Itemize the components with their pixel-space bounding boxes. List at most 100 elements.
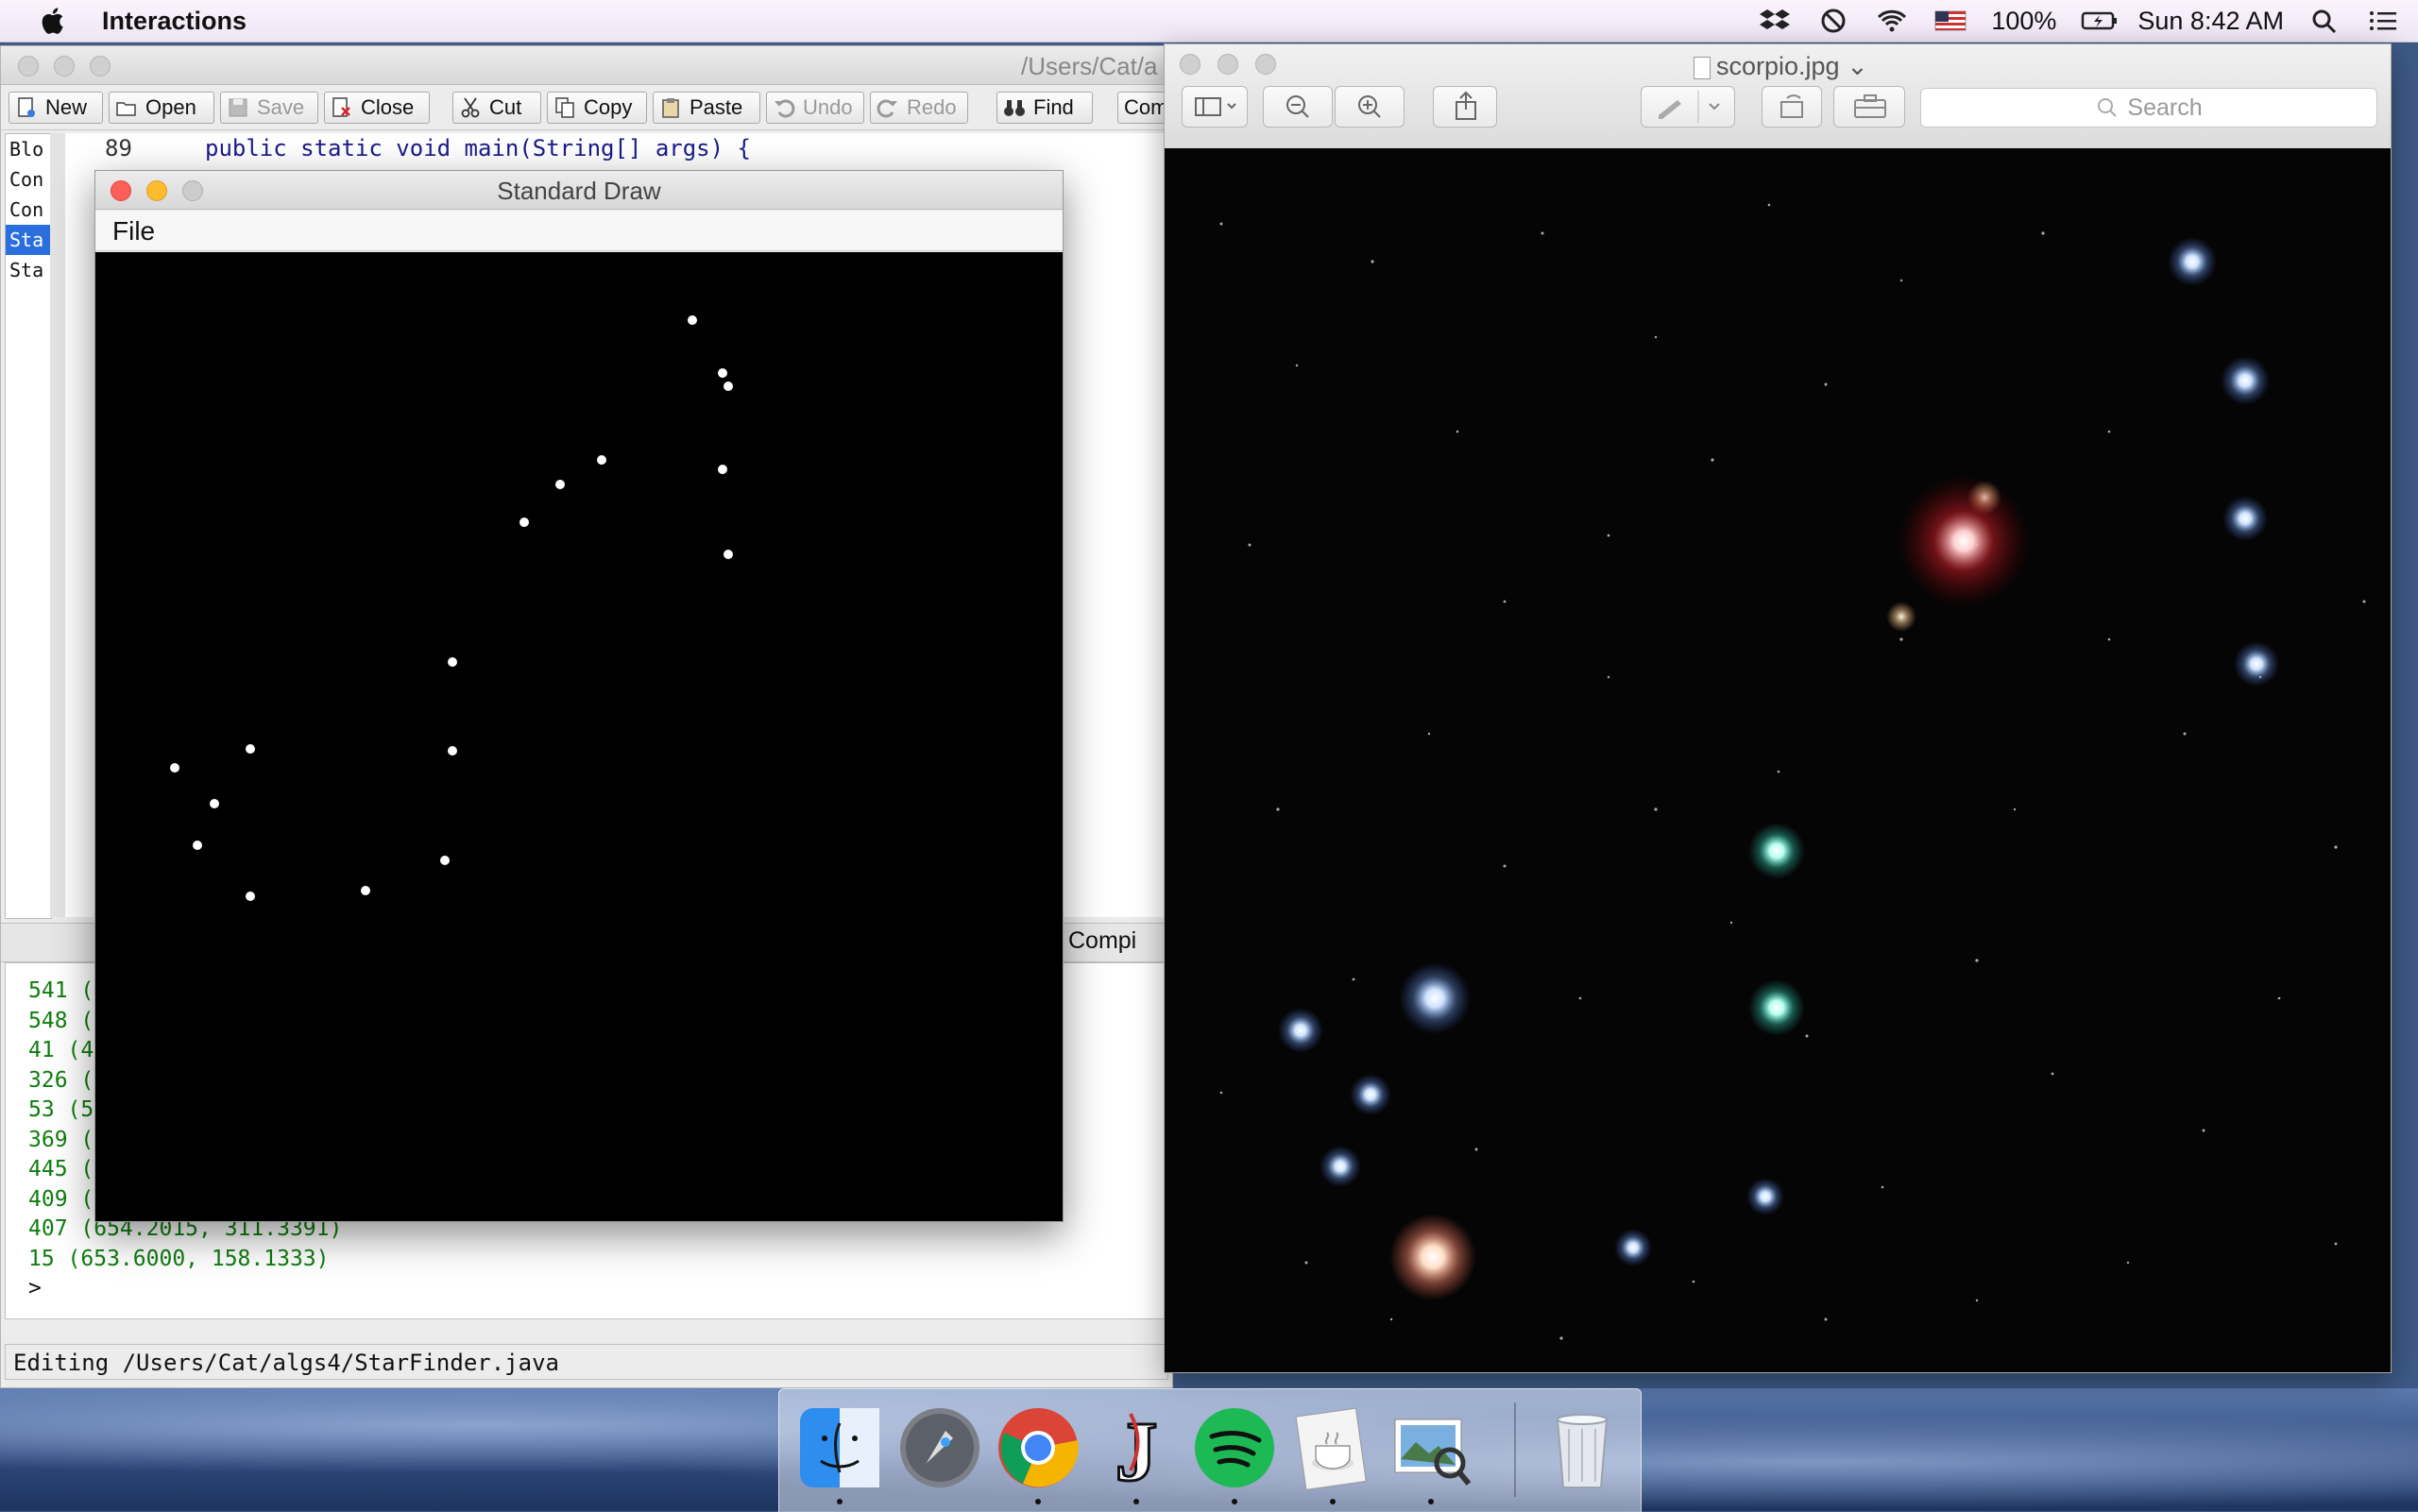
binoculars-icon [1003, 96, 1026, 119]
save-button[interactable]: Save [220, 92, 318, 124]
scorpio-image[interactable] [1165, 148, 2391, 1372]
menu-file[interactable]: File [112, 216, 155, 246]
drjava-toolbar: New Open Save Close Cut Copy Paste Undo [1, 86, 1183, 130]
split-pane-divider[interactable] [50, 133, 66, 917]
wifi-icon[interactable] [1876, 7, 1908, 35]
bright-star [1898, 475, 2030, 607]
window-title: Standard Draw [497, 177, 661, 205]
status-menus: 100% Sun 8:42 AM [1745, 0, 2418, 42]
sidebar-icon [1195, 97, 1236, 116]
redo-button[interactable]: Redo [870, 92, 968, 124]
dock-separator [1514, 1402, 1516, 1497]
launchpad-icon[interactable] [896, 1404, 983, 1491]
clock[interactable]: Sun 8:42 AM [2137, 7, 2284, 36]
starfield [1219, 203, 2366, 1340]
battery-percent[interactable]: 100% [1991, 7, 2056, 36]
drawing-canvas[interactable] [95, 252, 1063, 1221]
battery-charging-icon[interactable] [2081, 7, 2118, 35]
do-not-disturb-icon[interactable] [1817, 7, 1849, 35]
menu-bar: Interactions 100% Sun 8:42 AM [0, 0, 2418, 42]
console-prompt[interactable]: > [6, 1274, 1169, 1304]
spotlight-search-icon[interactable] [2308, 7, 2341, 35]
tab-compiler-output[interactable]: Compi [1068, 927, 1136, 955]
notification-center-icon[interactable] [2367, 7, 2399, 35]
preview-app-icon[interactable] [1388, 1404, 1474, 1491]
chrome-icon[interactable] [995, 1404, 1081, 1491]
running-indicator [1232, 1499, 1237, 1504]
document-list-item[interactable]: Con [6, 164, 51, 195]
new-button-label: New [45, 95, 88, 119]
drjava-titlebar[interactable]: /Users/Cat/a [1, 46, 1172, 85]
bright-star [1746, 1178, 1784, 1215]
copy-button[interactable]: Copy [547, 92, 647, 124]
copy-icon [553, 96, 576, 119]
running-indicator [1133, 1499, 1139, 1504]
bright-star [1399, 962, 1471, 1034]
search-field[interactable]: Search [1920, 88, 2377, 127]
share-button[interactable] [1433, 86, 1497, 127]
document-list: Blo Con Con Sta Sta [5, 133, 52, 919]
pen-icon [1659, 91, 1720, 123]
close-button[interactable]: Close [324, 92, 430, 124]
new-button[interactable]: New [9, 92, 103, 124]
rotate-button[interactable] [1762, 86, 1822, 127]
sidebar-toggle-button[interactable] [1182, 86, 1248, 127]
star-point [555, 480, 565, 489]
zoom-out-button[interactable] [1263, 86, 1333, 127]
minimize-window-button[interactable] [54, 56, 75, 76]
star-point [448, 657, 457, 667]
document-list-item-selected[interactable]: Sta [6, 225, 51, 255]
document-list-item[interactable]: Blo [6, 134, 51, 164]
open-button[interactable]: Open [109, 92, 214, 124]
redo-button-label: Redo [907, 95, 957, 119]
code-line[interactable]: public static void main(String[] args) { [205, 135, 751, 161]
zoom-out-icon [1286, 95, 1309, 118]
star-point [246, 744, 255, 754]
document-list-item[interactable]: Sta [6, 255, 51, 285]
dock: J [778, 1388, 1642, 1512]
close-window-button[interactable] [18, 56, 39, 76]
bright-star [2234, 641, 2279, 687]
finder-icon[interactable] [796, 1404, 883, 1491]
plotted-stars [170, 315, 733, 901]
redo-icon [877, 96, 899, 119]
search-icon [2098, 98, 2118, 117]
bright-star [2222, 496, 2268, 541]
us-flag-icon[interactable] [1934, 7, 1967, 35]
java-launcher-icon[interactable] [1289, 1404, 1376, 1491]
star-point [246, 892, 255, 901]
close-window-button[interactable] [1180, 54, 1200, 75]
app-name[interactable]: Interactions [102, 7, 247, 36]
zoom-window-button[interactable] [90, 56, 111, 76]
star-point [724, 382, 733, 391]
running-indicator [1035, 1499, 1041, 1504]
drjava-icon[interactable]: J [1093, 1404, 1180, 1501]
markup-button[interactable] [1641, 86, 1735, 127]
trash-icon[interactable] [1539, 1404, 1626, 1491]
dropbox-icon[interactable] [1759, 7, 1791, 35]
apple-icon[interactable] [38, 5, 70, 37]
rotate-icon [1780, 94, 1803, 118]
preview-window: scorpio.jpg ⌄ Search [1164, 43, 2392, 1373]
undo-button[interactable]: Undo [766, 92, 864, 124]
console-line: 15 (653.6000, 158.1333) [28, 1246, 330, 1271]
document-list-item[interactable]: Con [6, 195, 51, 225]
bright-star [1320, 1146, 1361, 1187]
line-number: 89 [105, 135, 132, 161]
toolbox-button[interactable] [1833, 86, 1905, 127]
star-point [448, 746, 457, 756]
zoom-window-button[interactable] [1255, 54, 1276, 75]
minimize-window-button[interactable] [1218, 54, 1238, 75]
find-button[interactable]: Find [996, 92, 1093, 124]
zoom-in-button[interactable] [1335, 86, 1405, 127]
compile-button-label: Com [1124, 95, 1168, 119]
preview-titlebar[interactable]: scorpio.jpg ⌄ Search [1165, 44, 2391, 149]
standard-draw-titlebar[interactable]: Standard Draw [95, 171, 1063, 210]
window-title[interactable]: scorpio.jpg ⌄ [1694, 52, 1868, 81]
cut-button[interactable]: Cut [452, 92, 541, 124]
zoom-in-icon [1358, 95, 1381, 118]
star-point [718, 465, 727, 474]
document-title: scorpio.jpg [1716, 52, 1840, 80]
paste-button[interactable]: Paste [653, 92, 760, 124]
spotify-icon[interactable] [1191, 1404, 1278, 1491]
